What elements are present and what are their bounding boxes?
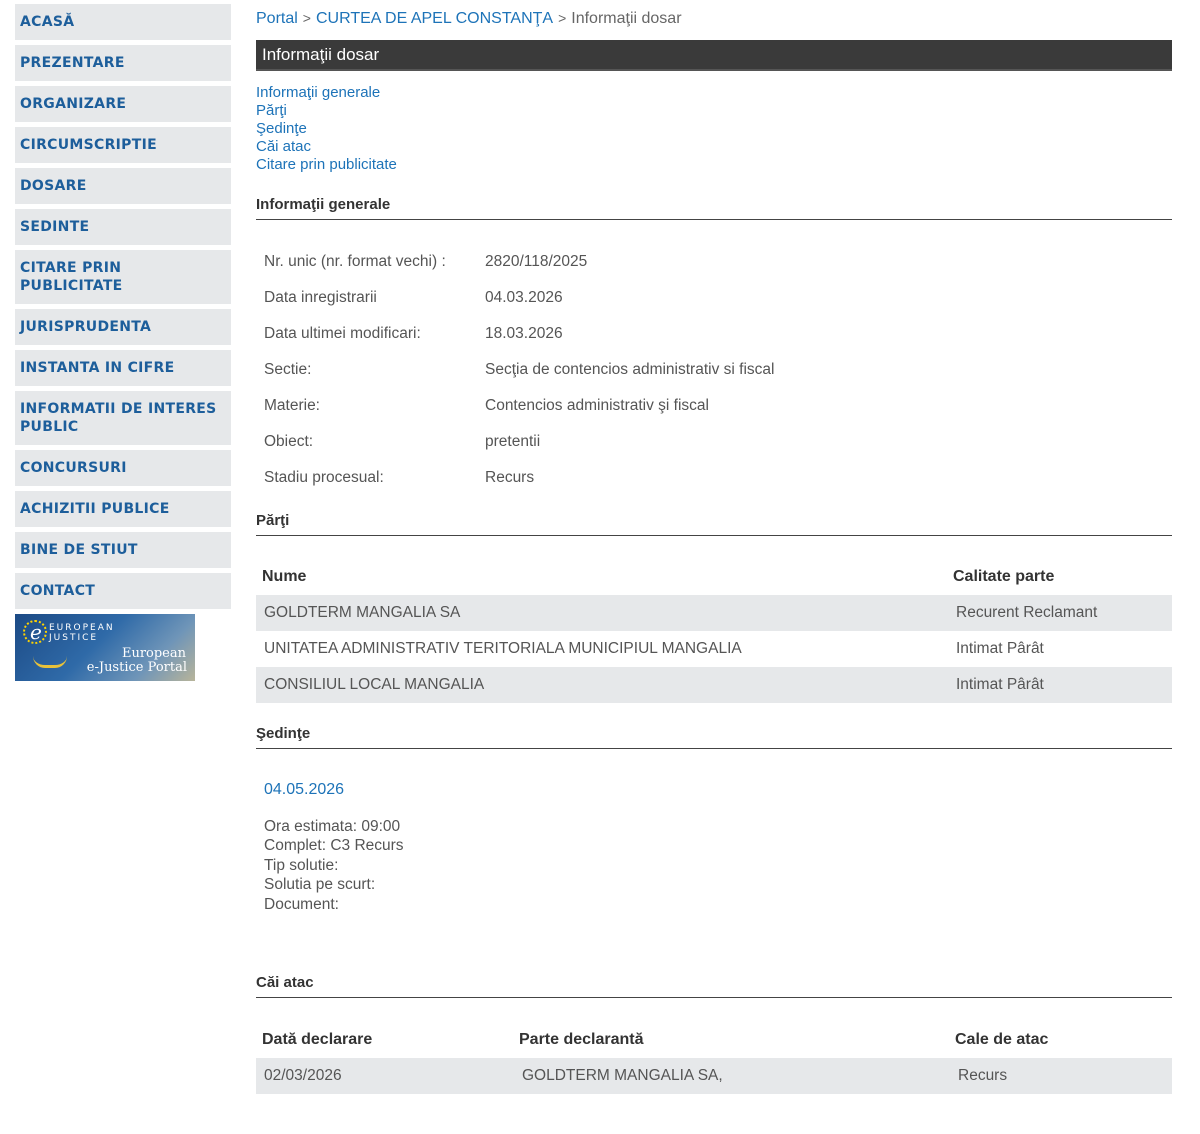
section-jump-links: Informaţii generale Părţi Şedinţe Căi at… [256,84,1172,174]
info-value: 04.03.2026 [485,289,563,306]
section-heading-cai-atac: Căi atac [256,974,1172,999]
table-row: CONSILIUL LOCAL MANGALIA Intimat Pârât [256,667,1172,703]
info-label: Data ultimei modificari: [264,325,421,342]
breadcrumb: Portal > CURTEA DE APEL CONSTANŢA > Informaţ… [256,0,1172,40]
column-header-parte-declaranta: Parte declarantă [519,1031,644,1049]
info-row: Data inregistrarii 04.03.2026 [256,280,1172,316]
session-detail-complet: Complet: C3 Recurs [264,837,404,855]
e-logo-letter: e [30,620,42,644]
jump-link-citare-prin-publicitate[interactable]: Citare prin publicitate [256,156,1172,174]
sidebar-item-instanta-in-cifre[interactable]: INSTANTA IN CIFRE [15,350,231,386]
sidebar-item-bine-de-stiut[interactable]: BINE DE STIUT [15,532,231,568]
info-row: Materie: Contencios administrativ şi fisc… [256,388,1172,424]
info-value: 18.03.2026 [485,325,563,342]
session-date: 04.05.2026 [264,781,345,798]
appeal-date: 02/03/2026 [264,1067,342,1085]
info-label: Obiect: [264,433,314,450]
breadcrumb-separator: > [558,10,567,26]
table-row: GOLDTERM MANGALIA SA Recurent Reclamant [256,595,1172,631]
column-header-data-declarare: Dată declarare [262,1031,373,1049]
sidebar-item-prezentare[interactable]: PREZENTARE [15,45,231,81]
banner-title-line-1: European [121,646,186,661]
info-value: pretentii [485,433,541,450]
page-title: Informaţii dosar [256,40,1172,71]
info-value: Secţia de contencios administrativ si fi… [485,361,775,378]
sidebar-item-acasa[interactable]: ACASĂ [15,4,231,40]
parties-table: Nume Calitate parte GOLDTERM MANGALIA SA… [256,559,1172,703]
column-header-cale-de-atac: Cale de atac [955,1031,1049,1049]
info-label: Materie: [264,397,320,414]
sidebar-item-dosare[interactable]: DOSARE [15,168,231,204]
table-header-row: Nume Calitate parte [256,559,1172,595]
general-info-table: Nr. unic (nr. format vechi) : 2820/118/20… [256,244,1172,496]
sidebar-item-concursuri[interactable]: CONCURSURI [15,450,231,486]
info-label: Data inregistrarii [264,289,377,306]
sidebar-nav: ACASĂ PREZENTARE ORGANIZARE CIRCUMSCRIPT… [15,4,231,681]
sidebar-item-circumscriptie[interactable]: CIRCUMSCRIPTIE [15,127,231,163]
sidebar-item-achizitii-publice[interactable]: ACHIZITII PUBLICE [15,491,231,527]
section-heading-sedinte: Şedinţe [256,725,1172,749]
session-detail-document: Document: [264,895,339,913]
breadcrumb-separator: > [302,10,311,26]
section-heading-parti: Părţi [256,512,1172,536]
breadcrumb-court-link[interactable]: CURTEA DE APEL CONSTANŢA [316,10,553,27]
column-header-nume: Nume [262,568,307,585]
info-label: Sectie: [264,361,312,378]
table-row: 02/03/2026 GOLDTERM MANGALIA SA, Recurs [256,1058,1172,1095]
session-details: Ora estimata: 09:00 Complet: C3 Recurs T… [256,817,1172,914]
party-role: Recurent Reclamant [956,604,1098,621]
session-detail-tip-solutie: Tip solutie: [264,856,339,874]
e-justice-portal-banner[interactable]: e EUROPEAN JUSTICE European e-Justice Por… [15,614,195,681]
column-header-calitate-parte: Calitate parte [953,568,1055,585]
breadcrumb-current: Informaţii dosar [571,10,682,27]
info-row: Nr. unic (nr. format vechi) : 2820/118/20… [256,244,1172,280]
sidebar-item-sedinte[interactable]: SEDINTE [15,209,231,245]
appeals-table: Dată declarare Parte declarantă Cale de … [256,1022,1172,1095]
sidebar-item-citare-prin-publicitate[interactable]: CITARE PRIN PUBLICITATE [15,250,231,304]
sidebar-item-jurisprudenta[interactable]: JURISPRUDENTA [15,309,231,345]
sidebar-item-organizare[interactable]: ORGANIZARE [15,86,231,122]
info-value: Recurs [485,469,535,486]
main-content: Portal > CURTEA DE APEL CONSTANŢA > Informaţ… [256,0,1172,1095]
table-header-row: Dată declarare Parte declarantă Cale de … [256,1022,1172,1058]
info-row: Sectie: Secţia de contencios administrati… [256,352,1172,388]
party-role: Intimat Pârât [956,640,1044,657]
jump-link-informatii-generale[interactable]: Informaţii generale [256,84,1172,102]
table-row: UNITATEA ADMINISTRATIV TERITORIALA MUNIC… [256,631,1172,667]
info-row: Data ultimei modificari: 18.03.2026 [256,316,1172,352]
jump-link-cai-atac[interactable]: Căi atac [256,138,1172,156]
info-label: Stadiu procesual: [264,469,384,486]
breadcrumb-portal-link[interactable]: Portal [256,10,298,27]
jump-link-parti[interactable]: Părţi [256,102,1172,120]
info-value: 2820/118/2025 [485,253,588,270]
appeal-type: Recurs [958,1067,1008,1085]
party-name: CONSILIUL LOCAL MANGALIA [264,676,485,693]
party-role: Intimat Pârât [956,676,1044,693]
sidebar-item-contact[interactable]: CONTACT [15,573,231,609]
party-name: GOLDTERM MANGALIA SA [264,604,461,621]
party-name: UNITATEA ADMINISTRATIV TERITORIALA MUNIC… [264,640,742,657]
info-row: Obiect: pretentii [256,424,1172,460]
banner-title-line-2: e-Justice Portal [86,660,187,675]
info-label: Nr. unic (nr. format vechi) : [264,253,446,270]
section-heading-informatii-generale: Informaţii generale [256,196,1172,220]
session-detail-solutia-pe-scurt: Solutia pe scurt: [264,876,376,894]
info-value: Contencios administrativ şi fiscal [485,397,709,414]
scale-icon [33,656,67,668]
jump-link-sedinte[interactable]: Şedinţe [256,120,1172,138]
appeal-party: GOLDTERM MANGALIA SA, [522,1067,723,1085]
sidebar-item-informatii-interes-public[interactable]: INFORMATII DE INTERES PUBLIC [15,391,231,445]
banner-small-text: EUROPEAN JUSTICE [49,623,115,643]
info-row: Stadiu procesual: Recurs [256,460,1172,496]
session-detail-ora-estimata: Ora estimata: 09:00 [264,818,401,835]
